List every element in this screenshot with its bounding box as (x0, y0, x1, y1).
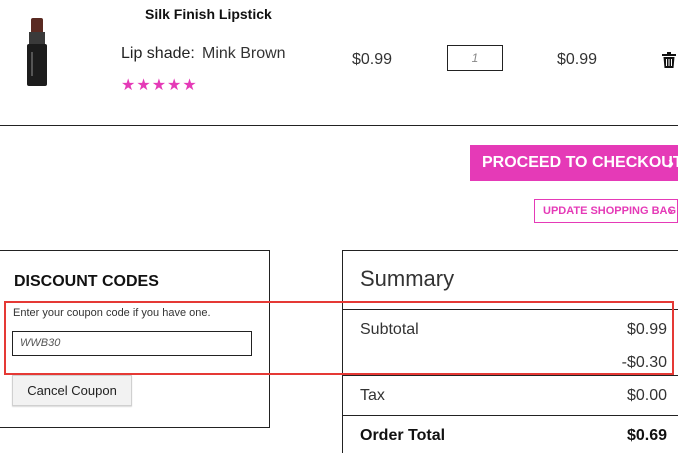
divider (0, 125, 678, 126)
update-label: UPDATE SHOPPING BAG (543, 205, 677, 217)
line-total: $0.99 (557, 51, 598, 68)
shade-label: Lip shade: (121, 45, 195, 62)
rating-stars: ★★★★★ (121, 77, 198, 94)
trash-icon[interactable] (662, 52, 676, 68)
product-thumbnail[interactable] (22, 18, 52, 86)
summary-title: Summary (360, 266, 455, 291)
chevron-right-icon: › (668, 203, 673, 218)
quantity-input[interactable]: 1 (447, 45, 503, 71)
order-total-label: Order Total (360, 427, 446, 444)
checkout-label: PROCEED TO CHECKOUT (482, 154, 678, 171)
summary-divider (342, 415, 678, 416)
summary-divider (342, 375, 678, 376)
product-title[interactable]: Silk Finish Lipstick (145, 6, 272, 22)
discount-codes-title: DISCOUNT CODES (14, 273, 159, 290)
unit-price: $0.99 (352, 51, 393, 68)
update-shopping-bag-button[interactable]: UPDATE SHOPPING BAG › (534, 199, 678, 223)
cancel-coupon-button[interactable]: Cancel Coupon (12, 375, 132, 406)
proceed-to-checkout-button[interactable]: PROCEED TO CHECKOUT › (470, 145, 678, 181)
tax-value: $0.00 (626, 387, 667, 404)
chevron-right-icon: › (668, 153, 674, 173)
tax-label: Tax (360, 387, 385, 404)
highlight-box (4, 301, 674, 375)
order-total-value: $0.69 (626, 427, 667, 444)
shade-value: Mink Brown (202, 45, 286, 62)
